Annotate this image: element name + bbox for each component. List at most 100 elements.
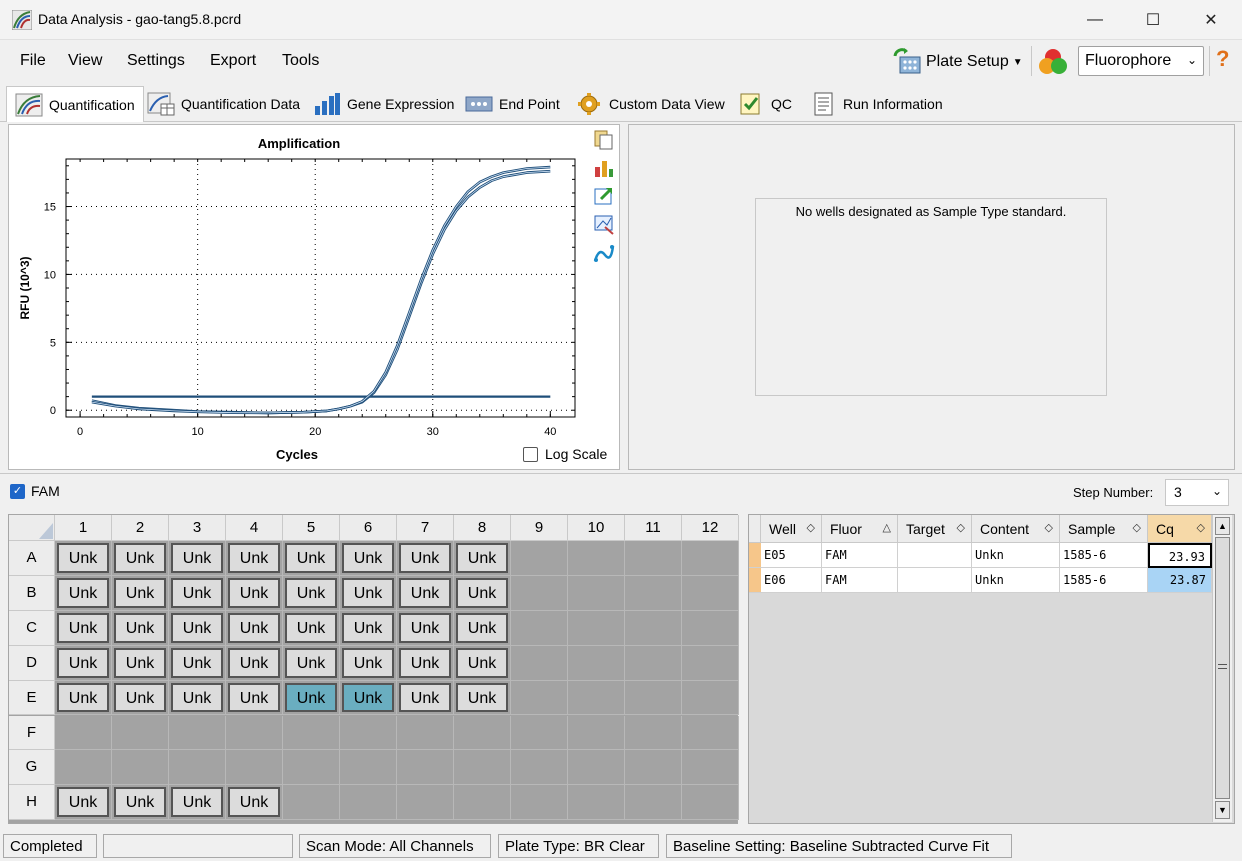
well-F12[interactable] [682, 715, 739, 751]
sort-icon[interactable]: ◇ [1133, 521, 1141, 534]
well-D9[interactable] [511, 645, 568, 681]
table-cell[interactable]: 1585-6 [1060, 543, 1148, 568]
well-D5[interactable]: Unk [283, 645, 340, 681]
well-E5[interactable]: Unk [283, 680, 340, 716]
plate-column-header[interactable]: 7 [397, 515, 454, 541]
well-D4[interactable]: Unk [226, 645, 283, 681]
table-cell[interactable] [898, 543, 972, 568]
well-G10[interactable] [568, 750, 625, 786]
well-C12[interactable] [682, 610, 739, 646]
plate-column-header[interactable]: 6 [340, 515, 397, 541]
tab-quantification[interactable]: Quantification [6, 86, 144, 122]
well-C2[interactable]: Unk [112, 610, 169, 646]
well-F2[interactable] [112, 715, 169, 751]
well-A6[interactable]: Unk [340, 541, 397, 576]
well-B12[interactable] [682, 575, 739, 611]
table-cell[interactable]: E05 [761, 543, 822, 568]
well-C10[interactable] [568, 610, 625, 646]
well-G9[interactable] [511, 750, 568, 786]
scrollbar-thumb[interactable] [1215, 537, 1230, 799]
well-G5[interactable] [283, 750, 340, 786]
well-H3[interactable]: Unk [169, 785, 226, 821]
well-A10[interactable] [568, 541, 625, 576]
menu-settings[interactable]: Settings [127, 52, 185, 70]
table-cell[interactable]: FAM [822, 568, 898, 593]
well-B8[interactable]: Unk [454, 575, 511, 611]
export-icon[interactable] [593, 185, 615, 207]
well-C7[interactable]: Unk [397, 610, 454, 646]
sort-icon[interactable]: ◇ [1197, 521, 1205, 534]
well-H8[interactable] [454, 785, 511, 821]
well-B11[interactable] [625, 575, 682, 611]
column-header-target[interactable]: Target ◇ [898, 515, 972, 543]
row-selector[interactable] [749, 543, 761, 568]
well-E7[interactable]: Unk [397, 680, 454, 716]
column-header-fluor[interactable]: Fluor △ [822, 515, 898, 543]
well-C6[interactable]: Unk [340, 610, 397, 646]
well-H2[interactable]: Unk [112, 785, 169, 821]
well-D2[interactable]: Unk [112, 645, 169, 681]
well-E2[interactable]: Unk [112, 680, 169, 716]
well-B10[interactable] [568, 575, 625, 611]
minimize-button[interactable]: — [1066, 0, 1124, 40]
well-G12[interactable] [682, 750, 739, 786]
well-A11[interactable] [625, 541, 682, 576]
plate-corner[interactable] [9, 515, 55, 541]
well-E1[interactable]: Unk [55, 680, 112, 716]
sort-icon[interactable]: ◇ [807, 521, 815, 534]
well-F10[interactable] [568, 715, 625, 751]
well-B5[interactable]: Unk [283, 575, 340, 611]
well-E8[interactable]: Unk [454, 680, 511, 716]
table-cell[interactable]: Unkn [972, 568, 1060, 593]
well-D10[interactable] [568, 645, 625, 681]
well-E4[interactable]: Unk [226, 680, 283, 716]
plate-row-header[interactable]: D [9, 645, 55, 681]
menu-tools[interactable]: Tools [282, 52, 319, 70]
well-F8[interactable] [454, 715, 511, 751]
well-C8[interactable]: Unk [454, 610, 511, 646]
column-header-cq[interactable]: Cq ◇ [1148, 515, 1212, 543]
well-A5[interactable]: Unk [283, 541, 340, 576]
well-D11[interactable] [625, 645, 682, 681]
well-C5[interactable]: Unk [283, 610, 340, 646]
plate-column-header[interactable]: 11 [625, 515, 682, 541]
well-C9[interactable] [511, 610, 568, 646]
plate-column-header[interactable]: 2 [112, 515, 169, 541]
well-B9[interactable] [511, 575, 568, 611]
well-H10[interactable] [568, 785, 625, 821]
scroll-up-arrow-icon[interactable]: ▲ [1215, 517, 1230, 535]
plate-column-header[interactable]: 9 [511, 515, 568, 541]
plate-row-header[interactable]: C [9, 610, 55, 646]
plate-column-header[interactable]: 12 [682, 515, 739, 541]
column-header-content[interactable]: Content ◇ [972, 515, 1060, 543]
well-E12[interactable] [682, 680, 739, 716]
table-cell[interactable] [898, 568, 972, 593]
amplification-chart[interactable]: Amplification 0 10 20 30 40 0 5 10 15 Cycles RFU… [9, 125, 621, 471]
menu-view[interactable]: View [68, 52, 102, 70]
sort-icon[interactable]: ◇ [1045, 521, 1053, 534]
well-F7[interactable] [397, 715, 454, 751]
well-A4[interactable]: Unk [226, 541, 283, 576]
plate-row-header[interactable]: H [9, 785, 55, 821]
well-G4[interactable] [226, 750, 283, 786]
well-A8[interactable]: Unk [454, 541, 511, 576]
well-A2[interactable]: Unk [112, 541, 169, 576]
table-cell[interactable]: 23.87 [1148, 568, 1212, 593]
menu-file[interactable]: File [20, 52, 46, 70]
tab-quantification-data[interactable]: Quantification Data [138, 86, 309, 122]
plate-column-header[interactable]: 8 [454, 515, 511, 541]
well-E3[interactable]: Unk [169, 680, 226, 716]
sort-icon[interactable]: ◇ [957, 521, 965, 534]
vertical-scrollbar[interactable]: ▲ ▼ [1212, 515, 1232, 822]
well-F1[interactable] [55, 715, 112, 751]
curve-icon[interactable] [593, 243, 615, 265]
well-B4[interactable]: Unk [226, 575, 283, 611]
well-A12[interactable] [682, 541, 739, 576]
plate-column-header[interactable]: 4 [226, 515, 283, 541]
menu-export[interactable]: Export [210, 52, 256, 70]
tab-end-point[interactable]: End Point [456, 86, 569, 122]
plate-column-header[interactable]: 5 [283, 515, 340, 541]
well-B1[interactable]: Unk [55, 575, 112, 611]
plate-column-header[interactable]: 1 [55, 515, 112, 541]
well-G2[interactable] [112, 750, 169, 786]
